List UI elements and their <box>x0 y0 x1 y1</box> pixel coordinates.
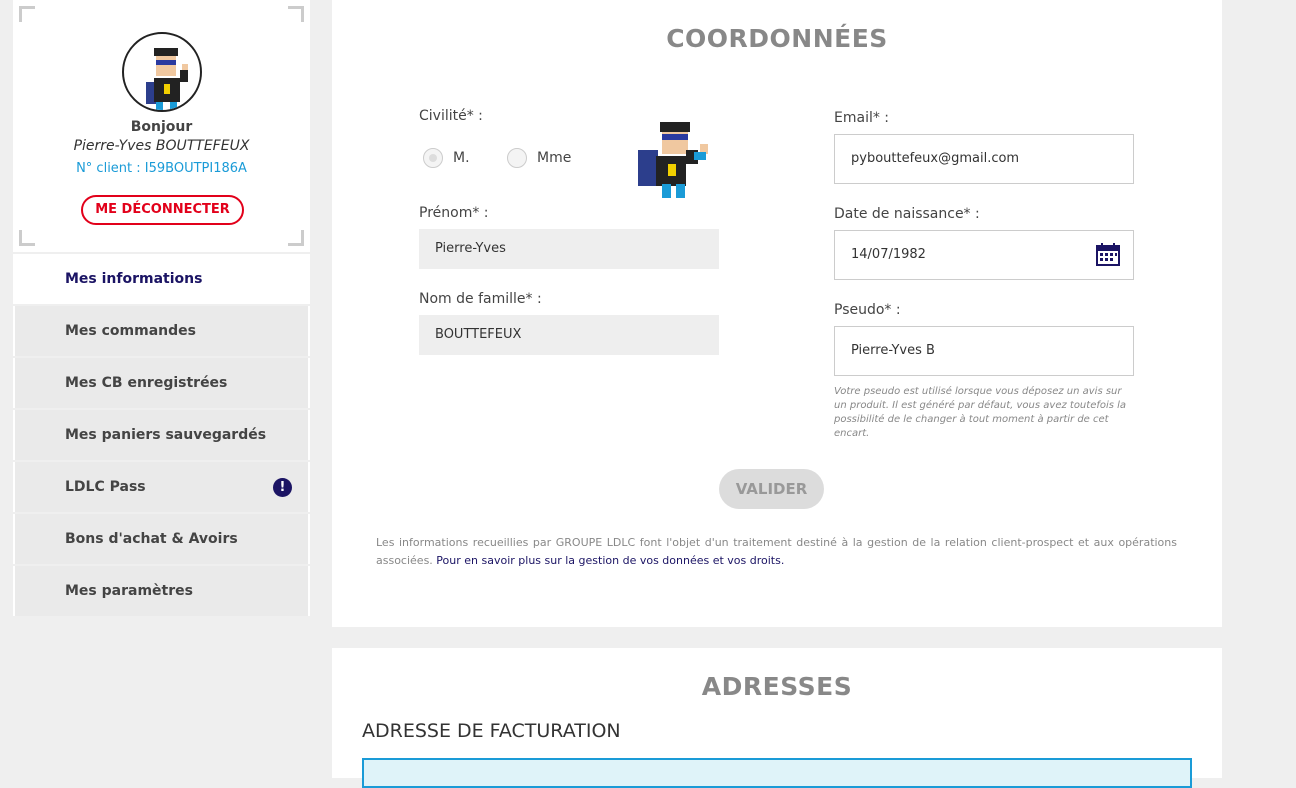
profile-card: Bonjour Pierre-Yves BOUTTEFEUX N° client… <box>13 0 310 252</box>
nom-label: Nom de famille* : <box>419 291 542 307</box>
prenom-label: Prénom* : <box>419 205 489 221</box>
radio-mme-label: Mme <box>537 150 572 166</box>
radio-m[interactable] <box>423 148 443 168</box>
nom-field[interactable]: BOUTTEFEUX <box>419 315 719 355</box>
billing-address-card[interactable] <box>362 758 1192 788</box>
section-title: COORDONNÉES <box>666 24 888 53</box>
menu-item-mes-parametres[interactable]: Mes paramètres <box>13 566 310 616</box>
calendar-icon[interactable] <box>1096 242 1120 266</box>
pseudo-field[interactable]: Pierre-Yves B <box>834 326 1134 376</box>
menu-item-ldlc-pass[interactable]: LDLC Pass ! <box>13 462 310 512</box>
logout-button[interactable]: ME DÉCONNECTER <box>81 195 244 225</box>
client-number: N° client : I59BOUTPI186A <box>76 161 247 176</box>
menu-item-label: LDLC Pass <box>65 479 146 495</box>
mascot-image <box>638 120 714 200</box>
menu-item-mes-cb[interactable]: Mes CB enregistrées <box>13 358 310 408</box>
section-title: ADRESSES <box>701 672 853 701</box>
menu-item-mes-commandes[interactable]: Mes commandes <box>13 306 310 356</box>
greeting: Bonjour <box>130 119 193 135</box>
pseudo-hint: Votre pseudo est utilisé lorsque vous dé… <box>834 386 1127 439</box>
email-label: Email* : <box>834 110 890 126</box>
account-menu: Mes informations Mes commandes Mes CB en… <box>13 254 310 616</box>
corner-decoration <box>19 230 35 246</box>
adresses-panel: ADRESSES ADRESSE DE FACTURATION <box>332 648 1222 788</box>
naissance-label: Date de naissance* : <box>834 206 980 222</box>
menu-item-mes-informations[interactable]: Mes informations <box>13 254 310 304</box>
avatar <box>122 32 202 112</box>
civilite-label: Civilité* : <box>419 108 483 124</box>
email-field[interactable]: pybouttefeux@gmail.com <box>834 134 1134 184</box>
menu-item-bons-achat[interactable]: Bons d'achat & Avoirs <box>13 514 310 564</box>
mascot-icon <box>638 122 708 198</box>
privacy-link[interactable]: Pour en savoir plus sur la gestion de vo… <box>436 554 784 567</box>
coordonnees-panel: COORDONNÉES Civilité* : M. Mme Prénom* :… <box>332 0 1222 627</box>
user-name: Pierre-Yves BOUTTEFEUX <box>73 138 250 154</box>
menu-item-mes-paniers[interactable]: Mes paniers sauvegardés <box>13 410 310 460</box>
corner-decoration <box>288 230 304 246</box>
legal-notice: Les informations recueillies par GROUPE … <box>376 534 1177 570</box>
pseudo-label: Pseudo* : <box>834 302 901 318</box>
radio-mme[interactable] <box>507 148 527 168</box>
birthdate-field[interactable]: 14/07/1982 <box>834 230 1134 280</box>
billing-address-title: ADRESSE DE FACTURATION <box>362 720 621 742</box>
corner-decoration <box>19 6 35 22</box>
sidebar: Bonjour Pierre-Yves BOUTTEFEUX N° client… <box>13 0 310 618</box>
prenom-field[interactable]: Pierre-Yves <box>419 229 719 269</box>
alert-badge-icon: ! <box>273 478 292 497</box>
validate-button[interactable]: VALIDER <box>719 469 824 509</box>
mascot-avatar-icon <box>146 48 188 110</box>
radio-m-label: M. <box>453 150 470 166</box>
birthdate-value: 14/07/1982 <box>851 247 926 262</box>
corner-decoration <box>288 6 304 22</box>
